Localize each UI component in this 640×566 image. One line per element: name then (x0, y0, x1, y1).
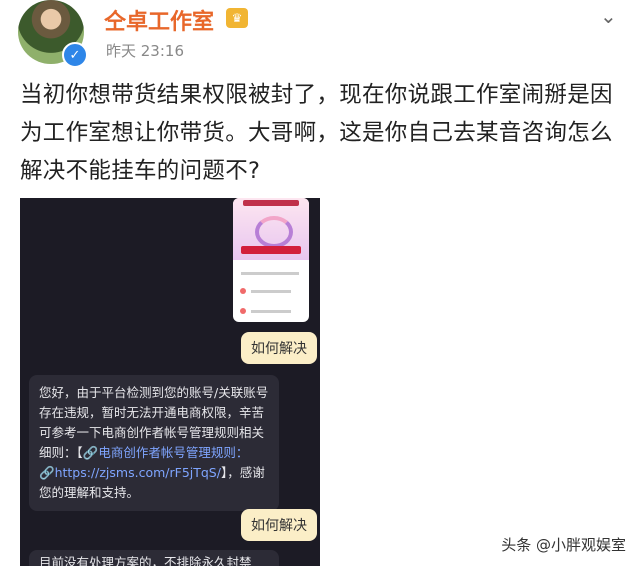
username[interactable]: 仝卓工作室 (104, 4, 214, 36)
chevron-down-icon[interactable]: ⌄ (600, 4, 617, 28)
watermark: 头条 @小胖观娱室 (501, 536, 626, 554)
crown-icon: ♛ (226, 8, 248, 28)
post-text: 当初你想带货结果权限被封了，现在你说跟工作室闹掰是因为工作室想让你带货。大哥啊，… (20, 82, 613, 184)
user-message: 如何解决 (241, 332, 317, 364)
chat-screenshot: 如何解决 您好，由于平台检测到您的账号/关联账号存在违规，暂时无法开通电商权限，… (20, 198, 320, 566)
user-message: 如何解决 (241, 509, 317, 541)
url-link[interactable]: 🔗https://zjsms.com/rF5jTqS/ (39, 465, 221, 480)
verified-badge-icon: ✓ (62, 42, 88, 68)
shared-page-thumbnail (233, 198, 309, 322)
system-reply: 您好，由于平台检测到您的账号/关联账号存在违规，暂时无法开通电商权限，辛苦可参考… (29, 375, 279, 511)
rules-link[interactable]: 🔗电商创作者帐号管理规则： (83, 445, 249, 460)
post-timestamp: 昨天 23:16 (106, 42, 184, 60)
system-reply-2: 目前没有处理方案的，不排除永久封禁 (29, 550, 279, 566)
